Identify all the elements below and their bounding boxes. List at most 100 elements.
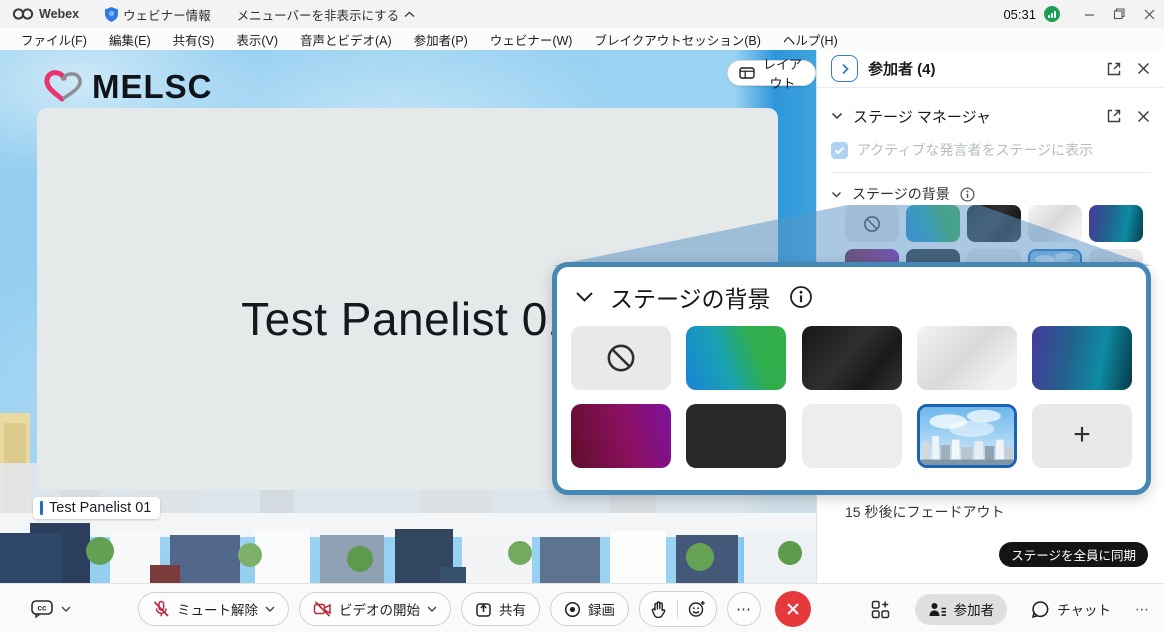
background-none[interactable] — [571, 326, 671, 390]
active-speaker-option: アクティブな発言者をステージに表示 — [817, 138, 1164, 162]
background-indigo-teal-gradient[interactable] — [1032, 326, 1132, 390]
panelist-name-display: Test Panelist 01 — [241, 292, 574, 346]
closed-captions-icon: cc — [30, 599, 54, 619]
connection-quality-icon[interactable] — [1044, 6, 1060, 22]
menu-breakout[interactable]: ブレイクアウトセッション(B) — [583, 30, 771, 49]
stage-background-section-header: ステージの背景 — [817, 182, 1164, 206]
control-toolbar: cc ミュート解除 ビデオの開始 — [0, 583, 1164, 633]
menu-audio-video[interactable]: 音声とビデオ(A) — [289, 30, 403, 49]
toolbar-overflow-button[interactable]: ⋯ — [1135, 601, 1150, 618]
melsc-logo: MELSC — [44, 68, 213, 106]
chevron-down-icon — [265, 606, 275, 612]
background-add[interactable]: + — [1032, 404, 1132, 468]
session-clock: 05:31 — [1003, 7, 1036, 22]
stage-manager-title: ステージ マネージャ — [853, 106, 1107, 127]
stage-manager-header: ステージ マネージャ — [817, 102, 1164, 130]
fade-out-note: 15 秒後にフェードアウト — [845, 502, 1004, 522]
participants-panel-header: 参加者 (4) — [817, 50, 1164, 88]
minimize-button[interactable] — [1074, 0, 1104, 28]
chevron-up-icon — [404, 11, 415, 18]
active-speaker-checkbox-label: アクティブな発言者をステージに表示 — [857, 140, 1093, 160]
popup-header: ステージの背景 — [557, 267, 1146, 314]
record-icon — [564, 601, 581, 618]
speaking-indicator — [40, 501, 43, 515]
background-dark-wave[interactable] — [802, 326, 902, 390]
stage-background-popup: ステージの背景 + — [552, 262, 1151, 495]
collapse-panel-button[interactable] — [831, 55, 858, 82]
chevron-down-icon — [427, 606, 437, 612]
chat-bubble-icon — [1031, 600, 1050, 619]
chat-toggle-button[interactable]: チャット — [1031, 599, 1111, 619]
camera-off-icon — [313, 600, 332, 618]
background-city-photo[interactable] — [917, 404, 1017, 468]
info-icon[interactable] — [960, 187, 975, 202]
closed-captions-button[interactable]: cc — [30, 584, 71, 633]
webex-window: Webex ウェビナー情報 メニューバーを非表示にする 05:31 — [0, 0, 1164, 633]
background-charcoal[interactable] — [686, 404, 786, 468]
melsc-wordmark: MELSC — [92, 68, 213, 106]
background-maroon-purple-gradient[interactable] — [571, 404, 671, 468]
background-none[interactable] — [845, 205, 899, 242]
background-dark-wave[interactable] — [967, 205, 1021, 242]
chevron-down-icon[interactable] — [575, 291, 594, 303]
popout-stage-manager-icon[interactable] — [1107, 109, 1121, 123]
layout-button[interactable]: レイアウト — [727, 60, 816, 86]
participants-title: 参加者 (4) — [868, 58, 1107, 79]
active-speaker-name-tag: Test Panelist 01 — [33, 497, 160, 519]
apps-icon[interactable] — [870, 599, 891, 620]
sync-stage-button[interactable]: ステージを全員に同期 — [999, 542, 1148, 567]
stage-background-title: ステージの背景 — [852, 184, 950, 204]
background-green-blue-gradient[interactable] — [686, 326, 786, 390]
participants-toggle-button[interactable]: 参加者 — [915, 594, 1008, 625]
participants-icon — [928, 601, 947, 618]
close-icon — [786, 602, 800, 616]
app-name: Webex — [39, 7, 79, 21]
chevron-down-icon — [61, 606, 71, 612]
hide-menubar-button[interactable]: メニューバーを非表示にする — [237, 5, 416, 24]
popout-panel-icon[interactable] — [1107, 62, 1121, 76]
webinar-info-button[interactable]: ウェビナー情報 — [105, 5, 211, 24]
title-bar: Webex ウェビナー情報 メニューバーを非表示にする 05:31 — [0, 0, 1164, 28]
maximize-button[interactable] — [1104, 0, 1134, 28]
more-options-button[interactable]: ⋯ — [727, 592, 761, 626]
menu-webinar[interactable]: ウェビナー(W) — [479, 30, 584, 49]
reactions-group — [639, 591, 717, 627]
menu-participant[interactable]: 参加者(P) — [403, 30, 479, 49]
record-button[interactable]: 録画 — [550, 592, 629, 626]
plus-icon: + — [1073, 420, 1091, 450]
close-stage-manager-icon[interactable] — [1137, 110, 1150, 123]
background-green-blue-gradient[interactable] — [906, 205, 960, 242]
close-panel-icon[interactable] — [1137, 62, 1150, 75]
share-button[interactable]: 共有 — [461, 592, 540, 626]
menu-help[interactable]: ヘルプ(H) — [772, 30, 849, 49]
background-light-wave[interactable] — [917, 326, 1017, 390]
reactions-smiley-icon[interactable] — [688, 600, 706, 618]
leave-webinar-button[interactable] — [775, 591, 811, 627]
share-screen-icon — [475, 601, 492, 618]
start-video-button[interactable]: ビデオの開始 — [299, 592, 451, 626]
stage-background-options: + — [557, 314, 1146, 468]
menu-view[interactable]: 表示(V) — [225, 30, 289, 49]
close-window-button[interactable] — [1134, 0, 1164, 28]
background-light-gray[interactable] — [802, 404, 902, 468]
mic-muted-icon — [152, 600, 170, 618]
raise-hand-icon[interactable] — [650, 600, 667, 618]
melsc-heart-icon — [44, 69, 84, 105]
shield-icon — [105, 7, 118, 22]
menu-share[interactable]: 共有(S) — [162, 30, 226, 49]
menu-edit[interactable]: 編集(E) — [98, 30, 162, 49]
chevron-down-icon[interactable] — [831, 112, 843, 120]
background-light-wave[interactable] — [1028, 205, 1082, 242]
info-icon[interactable] — [789, 285, 813, 309]
svg-text:cc: cc — [38, 604, 47, 613]
layout-icon — [739, 67, 755, 79]
background-indigo-teal-gradient[interactable] — [1089, 205, 1143, 242]
menu-bar: ファイル(F) 編集(E) 共有(S) 表示(V) 音声とビデオ(A) 参加者(… — [0, 28, 1164, 50]
popup-title: ステージの背景 — [610, 280, 771, 314]
section-divider — [831, 172, 1151, 173]
active-speaker-checkbox[interactable] — [831, 142, 848, 159]
chevron-down-icon[interactable] — [831, 191, 842, 198]
unmute-button[interactable]: ミュート解除 — [138, 592, 289, 626]
menu-file[interactable]: ファイル(F) — [10, 30, 98, 49]
webex-logo-icon — [12, 7, 34, 21]
